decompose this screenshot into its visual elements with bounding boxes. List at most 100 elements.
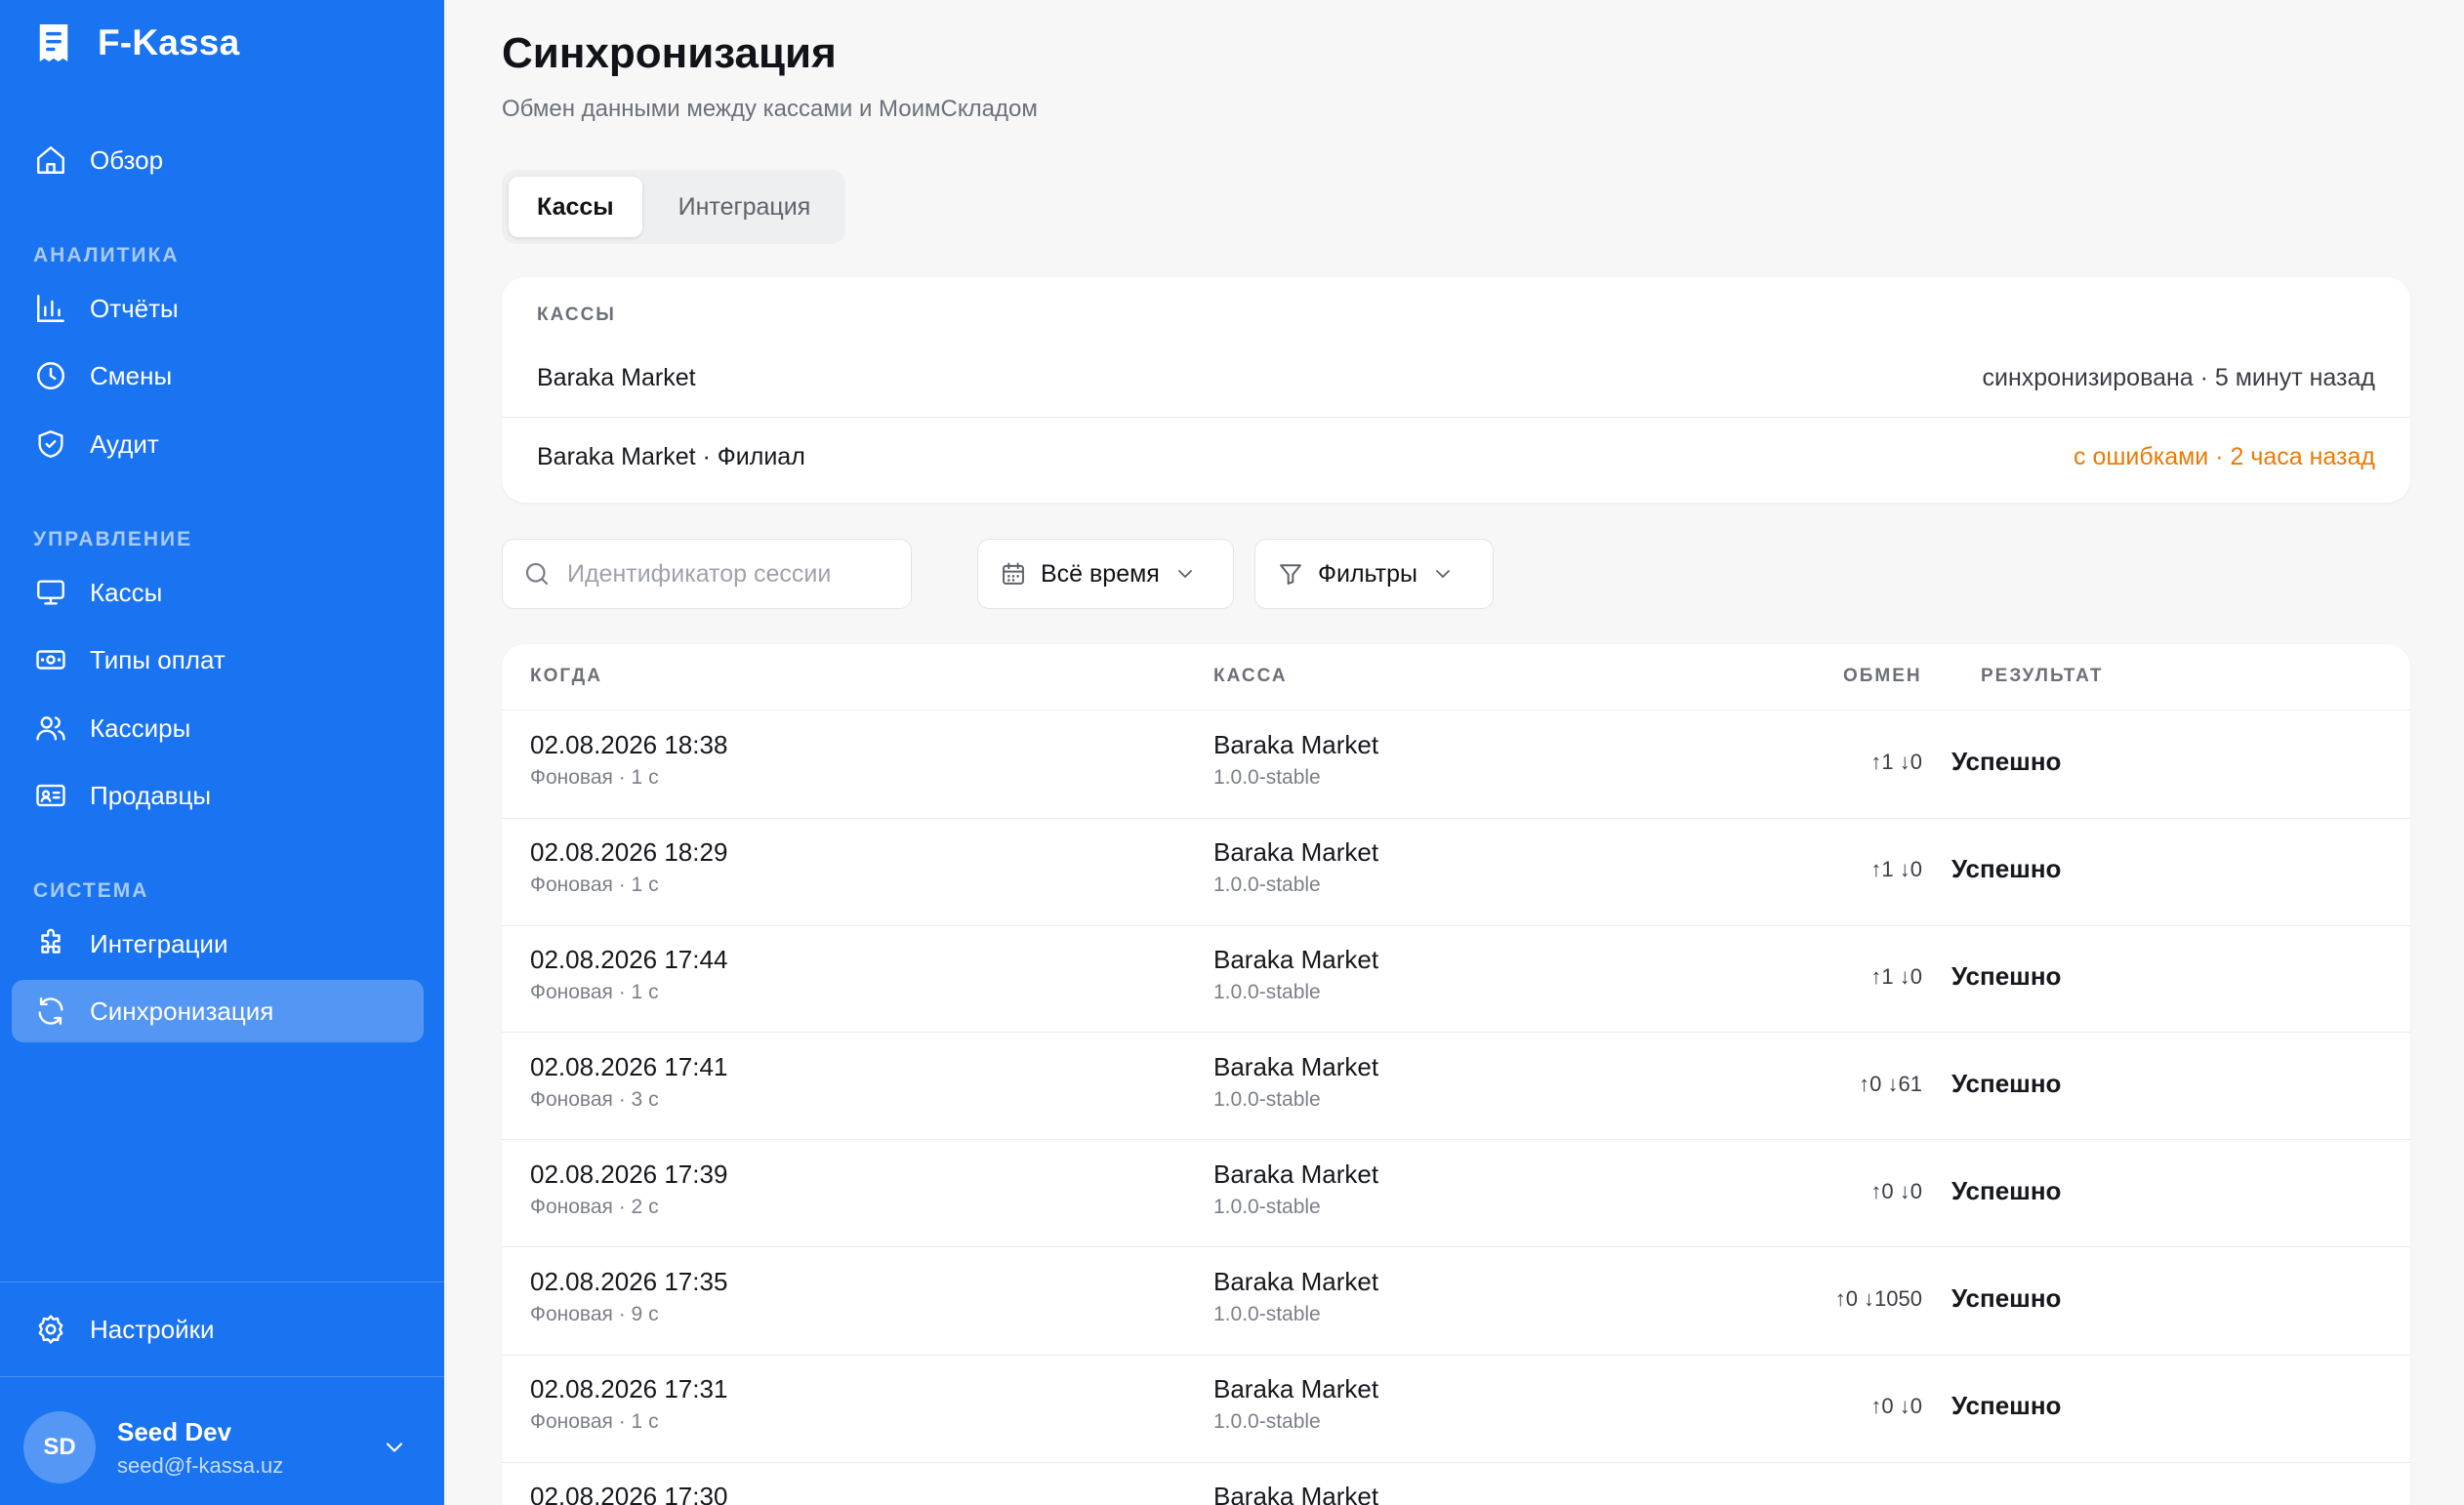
register-status-row[interactable]: Baraka Market синхронизирована · 5 минут… — [502, 339, 2410, 417]
table-row[interactable]: 02.08.2026 17:35 Фоновая · 9 с Baraka Mar… — [502, 1247, 2410, 1355]
page-subtitle: Обмен данными между кассами и МоимСкладо… — [502, 96, 1038, 122]
brand[interactable]: F-Kassa — [35, 20, 239, 66]
monitor-icon — [33, 575, 68, 610]
table-row[interactable]: 02.08.2026 17:30 Baraka Market — [502, 1462, 2410, 1505]
sidebar-item-label: Аудит — [90, 428, 159, 459]
session-time: 02.08.2026 17:44 — [530, 945, 728, 974]
session-exchange: ↑0 ↓0 — [1870, 1394, 1922, 1418]
session-version: 1.0.0-stable — [1213, 1196, 1321, 1218]
register-name: Baraka Market · Филиал — [537, 442, 805, 470]
sidebar-item-label: Смены — [90, 360, 173, 390]
column-header-exchange: ОБМЕН — [1843, 666, 1922, 686]
sidebar-item-integrations[interactable]: Интеграции — [12, 913, 424, 975]
table-row[interactable]: 02.08.2026 18:29 Фоновая · 1 с Baraka Mar… — [502, 818, 2410, 925]
receipt-icon — [35, 22, 72, 63]
session-time: 02.08.2026 17:30 — [530, 1482, 728, 1505]
session-version: 1.0.0-stable — [1213, 1088, 1321, 1111]
register-status-row[interactable]: Baraka Market · Филиал с ошибками · 2 ча… — [502, 418, 2410, 496]
session-search[interactable] — [502, 539, 912, 609]
column-header-when: КОГДА — [530, 666, 602, 686]
session-time: 02.08.2026 17:31 — [530, 1374, 728, 1403]
home-icon — [33, 142, 68, 178]
sidebar-item-cashiers[interactable]: Кассиры — [12, 697, 424, 759]
registers-card-label: КАССЫ — [537, 305, 616, 325]
user-menu[interactable]: SD Seed Dev seed@f-kassa.uz — [23, 1408, 424, 1486]
user-name: Seed Dev — [117, 1416, 232, 1446]
sidebar-item-payment-types[interactable]: Типы оплат — [12, 629, 424, 691]
search-icon — [522, 559, 552, 589]
sidebar-item-shifts[interactable]: Смены — [12, 345, 424, 407]
session-result: Успешно — [1951, 854, 2062, 883]
chevron-down-icon — [1173, 562, 1197, 586]
sidebar-item-label: Отчёты — [90, 293, 179, 323]
bar-chart-icon — [33, 291, 68, 326]
session-meta: Фоновая · 1 с — [530, 874, 659, 896]
session-version: 1.0.0-stable — [1213, 981, 1321, 1003]
sidebar-item-label: Настройки — [90, 1314, 215, 1344]
brand-name: F-Kassa — [98, 22, 240, 62]
table-row[interactable]: 02.08.2026 17:31 Фоновая · 1 с Baraka Mar… — [502, 1355, 2410, 1462]
table-row[interactable]: 02.08.2026 17:44 Фоновая · 1 с Baraka Mar… — [502, 925, 2410, 1033]
session-result: Успешно — [1951, 961, 2062, 991]
sidebar-item-label: Интеграции — [90, 928, 228, 958]
session-meta: Фоновая · 2 с — [530, 1196, 659, 1218]
session-exchange: ↑1 ↓0 — [1870, 857, 1922, 881]
session-version: 1.0.0-stable — [1213, 766, 1321, 789]
section-label-analytics: АНАЛИТИКА — [33, 244, 180, 266]
session-register: Baraka Market — [1213, 945, 1379, 974]
sidebar-item-registers[interactable]: Кассы — [12, 561, 424, 624]
sidebar-item-sync[interactable]: Синхронизация — [12, 980, 424, 1042]
session-time: 02.08.2026 17:41 — [530, 1052, 728, 1081]
sidebar-item-label: Кассиры — [90, 712, 191, 743]
chevron-down-icon[interactable] — [381, 1434, 408, 1461]
session-version: 1.0.0-stable — [1213, 1303, 1321, 1325]
sidebar-item-reports[interactable]: Отчёты — [12, 277, 424, 340]
session-meta: Фоновая · 1 с — [530, 981, 659, 1003]
filters-dropdown[interactable]: Фильтры — [1254, 539, 1494, 609]
search-input[interactable] — [567, 559, 899, 589]
register-sync-status: с ошибками · 2 часа назад — [2074, 442, 2375, 470]
main-content: Синхронизация Обмен данными между кассам… — [444, 0, 2464, 1505]
sidebar-divider — [0, 1376, 444, 1377]
id-card-icon — [33, 778, 68, 813]
clock-icon — [33, 358, 68, 393]
session-result: Успешно — [1951, 747, 2062, 776]
session-register: Baraka Market — [1213, 837, 1379, 867]
puzzle-icon — [33, 926, 68, 961]
users-icon — [33, 711, 68, 746]
session-exchange: ↑0 ↓61 — [1859, 1072, 1922, 1096]
sidebar-item-label: Типы оплат — [90, 644, 226, 674]
sidebar-item-audit[interactable]: Аудит — [12, 413, 424, 475]
session-exchange: ↑1 ↓0 — [1870, 964, 1922, 989]
session-time: 02.08.2026 18:29 — [530, 837, 728, 867]
session-meta: Фоновая · 1 с — [530, 1410, 659, 1433]
tab-integration[interactable]: Интеграция — [650, 177, 840, 237]
session-meta: Фоновая · 3 с — [530, 1088, 659, 1111]
session-exchange: ↑0 ↓1050 — [1834, 1286, 1922, 1311]
session-time: 02.08.2026 17:35 — [530, 1267, 728, 1296]
period-dropdown-label: Всё время — [1041, 559, 1160, 588]
chevron-down-icon — [1431, 562, 1455, 586]
table-row[interactable]: 02.08.2026 17:41 Фоновая · 3 с Baraka Mar… — [502, 1033, 2410, 1140]
sidebar-item-overview[interactable]: Обзор — [12, 129, 424, 191]
sidebar-item-sellers[interactable]: Продавцы — [12, 764, 424, 827]
filters-dropdown-label: Фильтры — [1318, 559, 1417, 588]
column-header-register: КАССА — [1213, 666, 1288, 686]
column-header-result: РЕЗУЛЬТАТ — [1981, 666, 2104, 686]
sidebar-item-label: Обзор — [90, 144, 164, 175]
session-version: 1.0.0-stable — [1213, 874, 1321, 896]
session-time: 02.08.2026 17:39 — [530, 1159, 728, 1189]
refresh-icon — [33, 994, 68, 1029]
page-title: Синхронизация — [502, 29, 837, 77]
sidebar-item-label: Синхронизация — [90, 996, 274, 1026]
session-time: 02.08.2026 18:38 — [530, 730, 728, 759]
sidebar-item-label: Кассы — [90, 577, 163, 607]
tab-registers[interactable]: Кассы — [509, 177, 642, 237]
period-dropdown[interactable]: Всё время — [977, 539, 1234, 609]
table-row[interactable]: 02.08.2026 17:39 Фоновая · 2 с Baraka Mar… — [502, 1140, 2410, 1247]
session-result: Успешно — [1951, 1391, 2062, 1420]
gear-icon — [33, 1312, 68, 1347]
sidebar-item-settings[interactable]: Настройки — [12, 1298, 424, 1361]
session-register: Baraka Market — [1213, 1159, 1379, 1189]
table-row[interactable]: 02.08.2026 18:38 Фоновая · 1 с Baraka Mar… — [502, 711, 2410, 818]
